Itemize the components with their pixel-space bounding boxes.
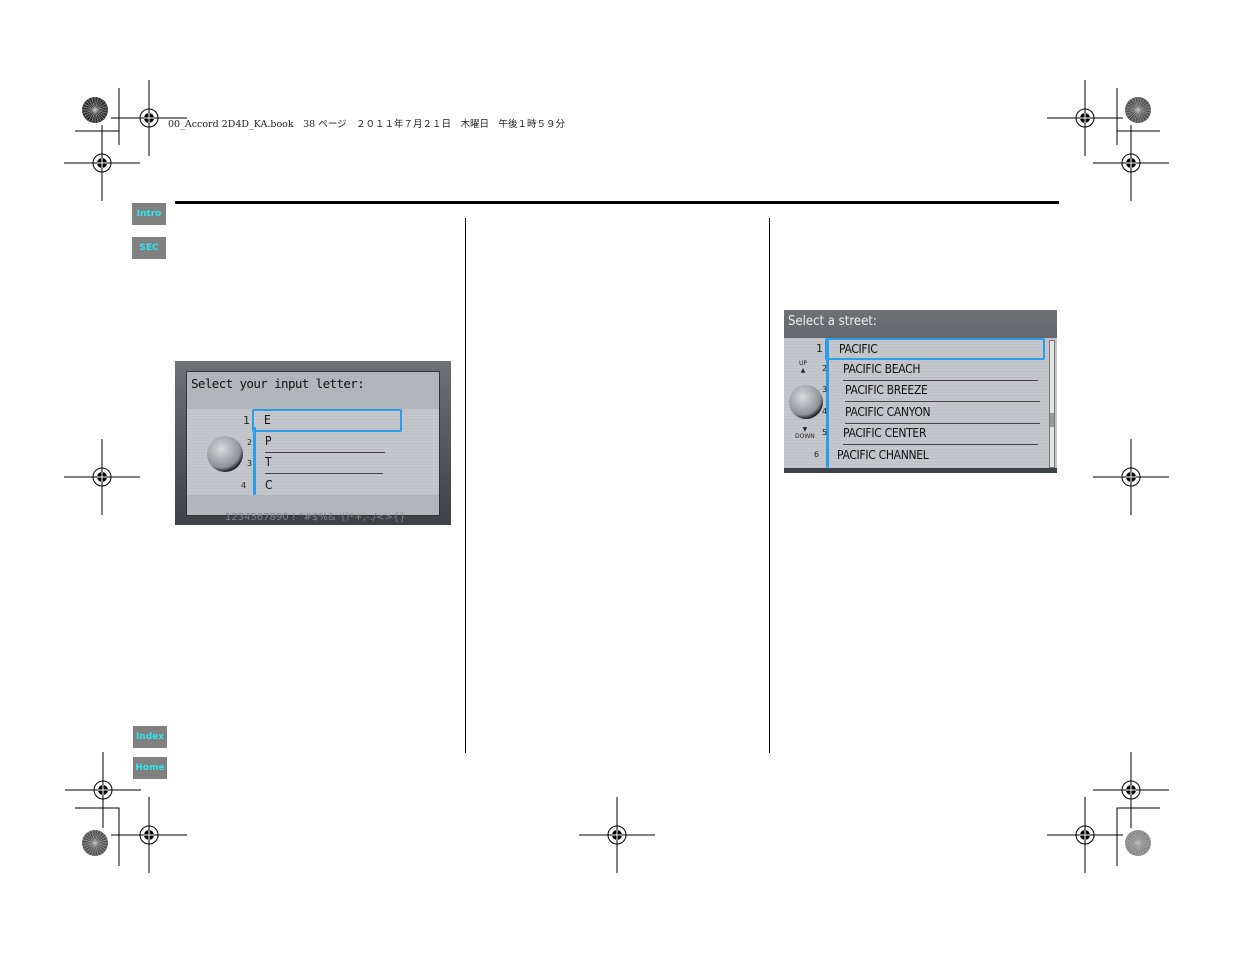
jog-knob-icon[interactable] [789,385,823,419]
street-select-screen: Select a street: UP ▲ ▼ DOWN 1 PACIFIC 2 PACI… [784,310,1057,473]
down-label: DOWN [795,433,815,440]
registration-crosshair-icon [64,439,140,515]
registration-crosshair-icon [1093,125,1169,201]
print-header: 00_Accord 2D4D_KA.book 38 ページ ２０１１年７月２１日… [168,119,566,130]
list-item[interactable]: P [265,434,272,448]
down-indicator: ▼ DOWN [795,426,815,440]
street-list: UP ▲ ▼ DOWN 1 PACIFIC 2 PACIFIC BEACH 3 PACIFIC… [784,338,1057,468]
index-button[interactable]: Index [133,726,167,748]
registration-crosshair-icon [1047,80,1123,156]
intro-button[interactable]: Intro [132,203,166,225]
item-number: 1 [243,414,250,427]
color-starburst-icon [82,830,108,856]
color-starburst-icon [82,97,108,123]
registration-crosshair-icon [64,125,140,201]
registration-crosshair-icon [65,752,141,828]
list-item[interactable]: PACIFIC CENTER [843,426,926,440]
color-starburst-icon [1125,830,1151,856]
list-item-selected[interactable]: E [252,409,402,432]
dialog-title: Select your input letter: [191,376,365,391]
item-number: 2 [822,364,828,373]
letter-dialog: Select your input letter: 1 2 3 4 E P T … [186,371,440,516]
sec-button[interactable]: SEC [132,237,166,259]
registration-crosshair-icon [579,797,655,873]
column-divider [769,218,770,753]
up-arrow-icon: ▲ [800,367,806,374]
list-item[interactable]: T [265,455,272,469]
column-divider [465,218,466,753]
list-item[interactable]: PACIFIC CHANNEL [837,448,929,462]
list-item-selected[interactable]: PACIFIC [825,338,1045,360]
list-item[interactable]: PACIFIC CANYON [845,405,931,419]
item-number: 4 [241,481,247,490]
keyboard-row: 1234567890 ! "#$%& '()*+,-./<>{} [225,512,406,523]
color-starburst-icon [1125,97,1151,123]
registration-crosshair-icon [1047,797,1123,873]
item-number: 1 [816,342,823,355]
item-number: 5 [822,428,828,437]
up-label: UP [799,360,808,367]
item-number: 3 [822,385,828,394]
registration-crosshair-icon [1093,439,1169,515]
registration-crosshair-icon [1093,752,1169,828]
item-number: 2 [247,438,253,447]
item-number: 6 [814,450,820,459]
letter-list: 1 2 3 4 E P T C [187,409,439,495]
registration-crosshair-icon [111,797,187,873]
jog-knob-icon [207,436,243,472]
up-indicator: UP ▲ [799,360,807,374]
home-button[interactable]: Home [133,757,167,779]
list-item[interactable]: PACIFIC BREEZE [845,383,928,397]
list-item[interactable]: C [265,478,273,492]
scrollbar-thumb[interactable] [1050,413,1054,427]
list-item[interactable]: PACIFIC BEACH [843,362,920,376]
item-number: 3 [247,459,253,468]
item-number: 4 [822,407,828,416]
top-rule [175,201,1059,204]
letter-select-screen: Select your input letter: 1 2 3 4 E P T … [175,361,451,525]
down-arrow-icon: ▼ [802,426,808,433]
scrollbar[interactable] [1049,340,1055,468]
screen-title: Select a street: [788,314,877,329]
